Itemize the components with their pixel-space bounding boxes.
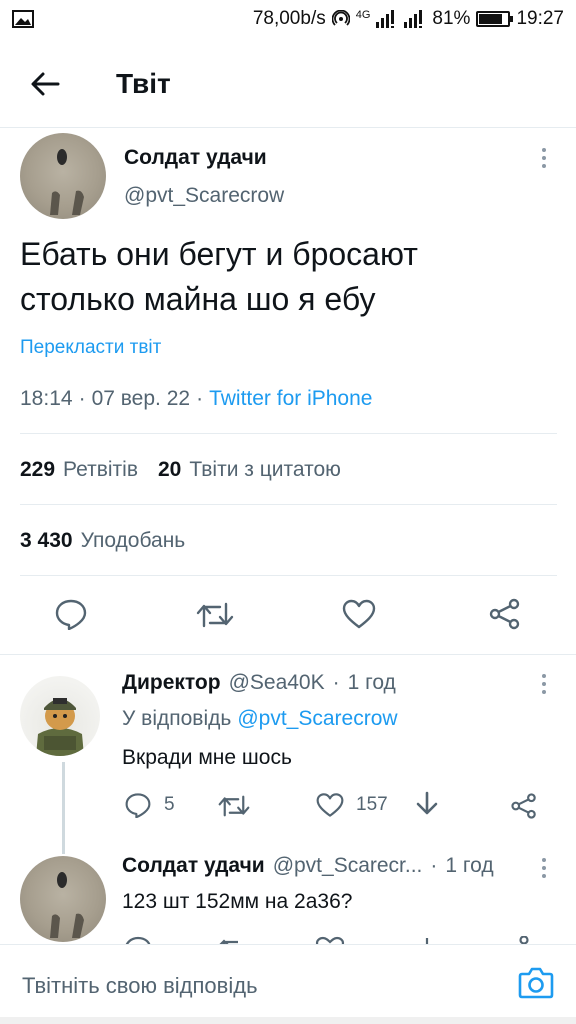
page-title: Твіт — [116, 68, 171, 99]
top-app-bar: Твіт — [0, 52, 576, 116]
meta-separator: · — [196, 387, 204, 410]
reply-text: Вкради мне шось — [122, 746, 292, 769]
reply-button[interactable] — [54, 598, 88, 635]
share-icon — [489, 598, 520, 630]
more-icon[interactable] — [534, 138, 554, 178]
hotspot-icon — [331, 10, 350, 26]
download-action[interactable] — [414, 790, 440, 825]
author-handle[interactable]: @Sea40K — [229, 671, 325, 695]
retweet-icon — [196, 602, 234, 628]
translate-link[interactable]: Перекласти твіт — [20, 337, 161, 359]
likes-stats: 3 430 Уподобань — [20, 529, 185, 553]
author-name[interactable]: Солдат удачи — [124, 146, 267, 170]
tweet-text: Ебать они бегут и бросают столько майна … — [20, 232, 540, 322]
retweets-label[interactable]: Ретвітів — [63, 458, 138, 482]
share-action[interactable] — [510, 792, 538, 825]
reply-time: 1 год — [445, 854, 494, 877]
network-speed: 78,00b/s — [252, 8, 326, 29]
status-bar: 78,00b/s 4G 81% 19:27 — [0, 0, 576, 38]
author-name[interactable]: Директор — [122, 671, 221, 695]
tweet-stats: 229 Ретвітів 20 Твіти з цитатою — [20, 458, 341, 482]
avatar[interactable] — [20, 856, 106, 942]
tweet-text-line: Ебать они бегут и бросают — [20, 236, 418, 272]
battery-percent: 81% — [432, 8, 471, 29]
system-nav-bar — [0, 1017, 576, 1024]
signal-icon-2 — [404, 10, 423, 28]
reply-text: 123 шт 152мм на 2а36? — [122, 890, 353, 913]
header-divider — [0, 127, 576, 128]
back-button[interactable] — [14, 53, 76, 115]
tweet-meta: 18:14 · 07 вер. 22 · Twitter for iPhone — [20, 387, 372, 411]
meta-separator: · — [78, 387, 86, 410]
retweets-count[interactable]: 229 — [20, 458, 55, 482]
avatar-image-icon — [36, 698, 84, 756]
reply-header: Солдат удачи @pvt_Scarecr... · 1 год — [122, 854, 494, 878]
reply-time: 1 год — [347, 671, 396, 694]
divider — [20, 575, 557, 576]
download-icon — [416, 791, 438, 815]
thread-line — [62, 762, 65, 854]
quotes-label[interactable]: Твіти з цитатою — [189, 458, 341, 482]
camera-button[interactable] — [518, 965, 554, 1001]
avatar[interactable] — [20, 133, 106, 219]
back-arrow-icon — [31, 72, 60, 96]
tweet-source[interactable]: Twitter for iPhone — [209, 387, 372, 411]
like-count: 157 — [356, 794, 388, 815]
network-type: 4G — [355, 9, 371, 21]
reply-count: 5 — [164, 794, 175, 815]
tweet-date: 07 вер. 22 — [91, 387, 191, 410]
divider — [20, 504, 557, 505]
avatar-image-icon — [50, 149, 84, 215]
reply-context: У відповідь @pvt_Scarecrow — [122, 707, 398, 731]
reply-header: Директор @Sea40K · 1 год — [122, 671, 396, 695]
avatar-image-icon — [50, 872, 84, 938]
likes-count[interactable]: 3 430 — [20, 529, 73, 553]
share-icon — [511, 793, 536, 819]
clock: 19:27 — [516, 8, 564, 29]
quotes-count[interactable]: 20 — [158, 458, 181, 482]
like-icon — [316, 793, 344, 817]
share-button[interactable] — [488, 598, 522, 635]
reply-action[interactable]: 5 — [124, 792, 175, 818]
like-button[interactable] — [342, 599, 376, 634]
author-handle[interactable]: @pvt_Scarecrow — [124, 184, 284, 208]
reply-to-handle[interactable]: @pvt_Scarecrow — [237, 707, 397, 731]
reply-composer-bar: Твітніть свою відповідь — [0, 944, 576, 1024]
signal-icon — [376, 10, 395, 28]
more-icon[interactable] — [534, 664, 554, 704]
reply-icon — [55, 599, 87, 631]
reply-to-label: У відповідь — [122, 707, 232, 730]
author-handle[interactable]: @pvt_Scarecr... — [273, 854, 423, 878]
reply-icon — [125, 793, 151, 818]
gallery-icon — [12, 10, 34, 28]
retweet-icon — [218, 795, 250, 817]
avatar[interactable] — [20, 676, 100, 756]
author-name[interactable]: Солдат удачи — [122, 854, 265, 878]
reply-input[interactable]: Твітніть свою відповідь — [22, 973, 258, 999]
likes-label[interactable]: Уподобань — [81, 529, 186, 553]
tweet-text-line: столько майна шо я ебу — [20, 281, 376, 317]
meta-separator: · — [430, 854, 438, 877]
battery-icon — [476, 11, 514, 27]
tweet-time: 18:14 — [20, 387, 73, 410]
like-action[interactable]: 157 — [316, 792, 388, 818]
more-icon[interactable] — [534, 848, 554, 888]
camera-icon — [518, 967, 554, 999]
like-icon — [342, 599, 376, 629]
retweet-button[interactable] — [196, 600, 234, 635]
divider — [20, 433, 557, 434]
meta-separator: · — [332, 671, 340, 694]
retweet-action[interactable] — [218, 793, 250, 824]
divider — [0, 654, 576, 655]
